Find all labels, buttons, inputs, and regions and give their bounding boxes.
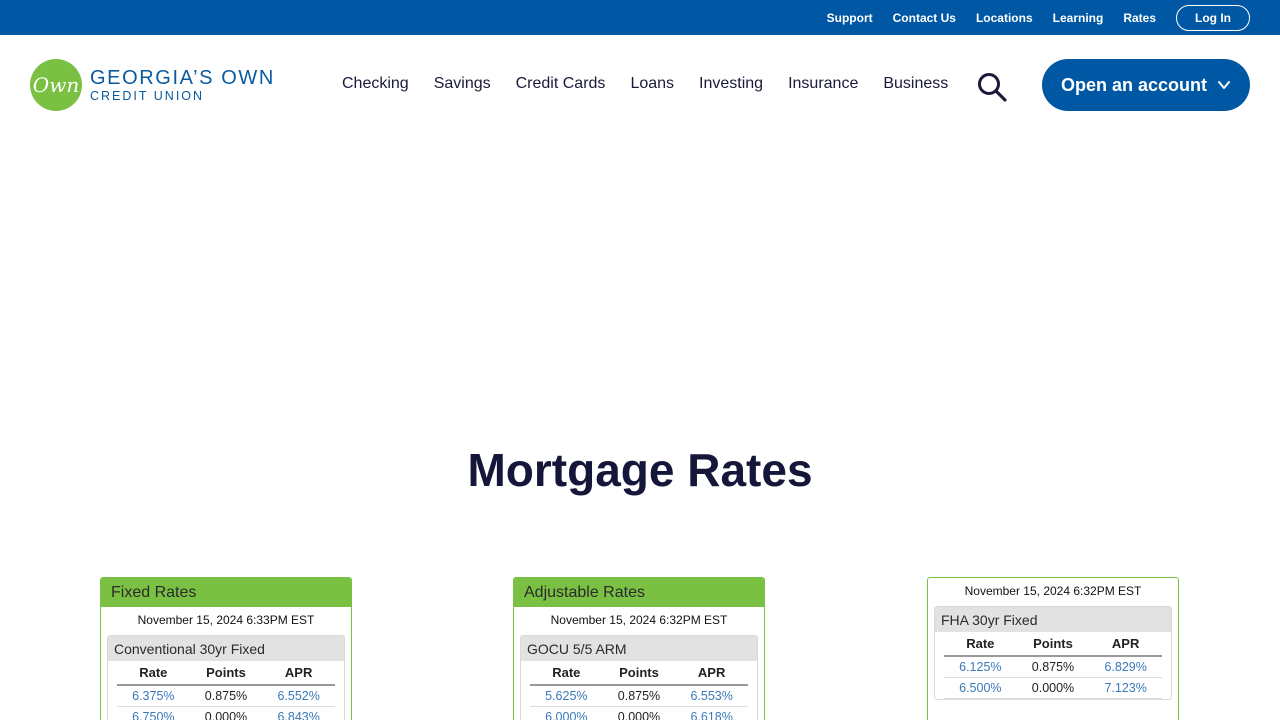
- apr-value[interactable]: 6.552%: [262, 685, 335, 707]
- apr-value[interactable]: 6.829%: [1089, 656, 1162, 678]
- table-row: 6.750% 0.000% 6.843%: [117, 706, 335, 720]
- rate-value[interactable]: 6.125%: [944, 656, 1017, 678]
- column-header-points: Points: [1016, 632, 1090, 657]
- rates-link[interactable]: Rates: [1123, 11, 1156, 25]
- product-name: GOCU 5/5 ARM: [521, 636, 757, 661]
- rate-value[interactable]: 6.500%: [944, 677, 1017, 699]
- rate-table: Rate Points APR 6.125% 0.875% 6.829% 6.5…: [944, 632, 1162, 699]
- rate-table: Rate Points APR 5.625% 0.875% 6.553% 6.0…: [530, 661, 748, 720]
- product-card: GOCU 5/5 ARM Rate Points APR 5.625% 0.87…: [520, 635, 758, 720]
- nav-item-loans[interactable]: Loans: [630, 75, 674, 93]
- learning-link[interactable]: Learning: [1053, 11, 1104, 25]
- nav-item-business[interactable]: Business: [883, 75, 948, 93]
- nav-item-insurance[interactable]: Insurance: [788, 75, 858, 93]
- fha-rates-widget: November 15, 2024 6:32PM EST FHA 30yr Fi…: [927, 577, 1179, 720]
- nav-item-checking[interactable]: Checking: [342, 75, 409, 93]
- points-value: 0.875%: [1016, 656, 1090, 678]
- search-icon[interactable]: [976, 71, 1008, 103]
- widget-date: November 15, 2024 6:32PM EST: [964, 584, 1142, 598]
- points-value: 0.875%: [189, 685, 263, 707]
- column-header-rate: Rate: [117, 661, 190, 686]
- product-name: Conventional 30yr Fixed: [108, 636, 344, 661]
- table-row: 5.625% 0.875% 6.553%: [530, 685, 748, 707]
- support-link[interactable]: Support: [827, 11, 873, 25]
- product-name: FHA 30yr Fixed: [935, 607, 1171, 632]
- column-header-apr: APR: [675, 661, 748, 686]
- column-header-apr: APR: [262, 661, 335, 686]
- chevron-down-icon: [1218, 81, 1231, 89]
- column-header-rate: Rate: [530, 661, 603, 686]
- points-value: 0.000%: [189, 706, 263, 720]
- logo-name-line1: GEORGIA’S OWN: [90, 66, 275, 89]
- points-value: 0.000%: [602, 706, 676, 720]
- column-header-points: Points: [189, 661, 263, 686]
- fixed-rates-widget: Fixed Rates November 15, 2024 6:33PM EST…: [100, 577, 352, 720]
- table-row: 6.500% 0.000% 7.123%: [944, 677, 1162, 699]
- logo-name-line2: CREDIT UNION: [90, 88, 205, 103]
- nav-item-credit-cards[interactable]: Credit Cards: [516, 75, 606, 93]
- nav-item-savings[interactable]: Savings: [434, 75, 491, 93]
- rate-value[interactable]: 5.625%: [530, 685, 603, 707]
- column-header-rate: Rate: [944, 632, 1017, 657]
- apr-value[interactable]: 6.553%: [675, 685, 748, 707]
- rate-table: Rate Points APR 6.375% 0.875% 6.552% 6.7…: [117, 661, 335, 720]
- product-card: Conventional 30yr Fixed Rate Points APR …: [107, 635, 345, 720]
- widget-date: November 15, 2024 6:32PM EST: [550, 613, 728, 627]
- table-row: 6.000% 0.000% 6.618%: [530, 706, 748, 720]
- apr-value[interactable]: 6.618%: [675, 706, 748, 720]
- logo-text: GEORGIA’S OWN CREDIT UNION: [90, 68, 275, 103]
- column-header-apr: APR: [1089, 632, 1162, 657]
- column-header-points: Points: [602, 661, 676, 686]
- open-account-label: Open an account: [1060, 74, 1208, 95]
- adjustable-rates-widget: Adjustable Rates November 15, 2024 6:32P…: [513, 577, 765, 720]
- main-nav: Checking Savings Credit Cards Loans Inve…: [342, 75, 973, 93]
- apr-value[interactable]: 6.843%: [262, 706, 335, 720]
- rate-value[interactable]: 6.375%: [117, 685, 190, 707]
- page-title: Mortgage Rates: [467, 444, 813, 496]
- rate-value[interactable]: 6.000%: [530, 706, 603, 720]
- logo-mark: Own: [30, 59, 82, 111]
- apr-value[interactable]: 7.123%: [1089, 677, 1162, 699]
- product-card: FHA 30yr Fixed Rate Points APR 6.125% 0.…: [934, 606, 1172, 700]
- main-header: Own GEORGIA’S OWN CREDIT UNION Checking …: [0, 35, 1280, 135]
- table-row: 6.125% 0.875% 6.829%: [944, 656, 1162, 678]
- logo[interactable]: Own GEORGIA’S OWN CREDIT UNION: [30, 59, 275, 111]
- nav-item-investing[interactable]: Investing: [699, 75, 763, 93]
- table-row: 6.375% 0.875% 6.552%: [117, 685, 335, 707]
- rate-value[interactable]: 6.750%: [117, 706, 190, 720]
- points-value: 0.000%: [1016, 677, 1090, 699]
- locations-link[interactable]: Locations: [976, 11, 1033, 25]
- utility-bar: Support Contact Us Locations Learning Ra…: [0, 0, 1280, 35]
- widget-header: Adjustable Rates: [514, 578, 764, 607]
- open-account-button[interactable]: Open an account: [1042, 59, 1250, 111]
- widget-date: November 15, 2024 6:33PM EST: [137, 613, 315, 627]
- points-value: 0.875%: [602, 685, 676, 707]
- login-button[interactable]: Log In: [1176, 4, 1250, 31]
- widget-header: Fixed Rates: [101, 578, 351, 607]
- contact-us-link[interactable]: Contact Us: [893, 11, 956, 25]
